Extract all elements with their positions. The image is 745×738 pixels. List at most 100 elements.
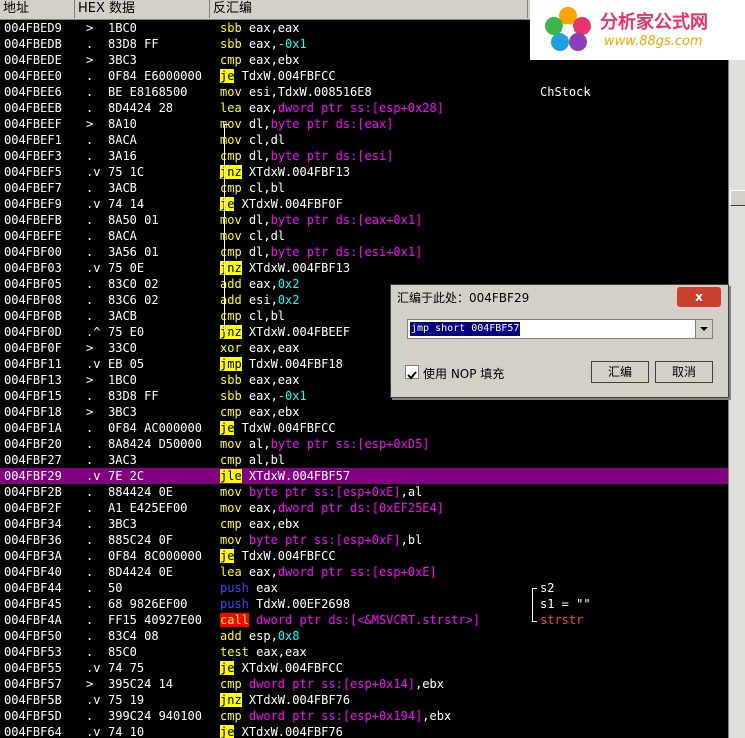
disassembly-cell: mov byte ptr ss:[esp+0xF],bl [220, 532, 422, 548]
address-cell: 004FBF11 [4, 357, 62, 371]
instruction-row[interactable]: 004FBF64 .v 74 10 je XTdxW.004FBF76 [0, 724, 728, 738]
operand: eax,eax [248, 21, 300, 35]
instruction-row[interactable]: 004FBF55 .v 74 75 je XTdxW.004FBFCC [0, 660, 728, 676]
scrollbar-thumb[interactable] [730, 190, 745, 206]
assemble-input[interactable]: jmp short 004FBF57 [407, 319, 713, 339]
instruction-row[interactable]: 004FBF45. 68 9826EF00 push TdxW.00EF2698 s1… [0, 596, 728, 612]
jump-mnemonic: je [220, 421, 235, 435]
address-cell: 004FBF64 [4, 725, 62, 738]
address-cell: 004FBF57 [4, 677, 62, 691]
call-args-bracket [532, 588, 537, 622]
mnemonic: cmp [220, 517, 249, 531]
address-cell: 004FBEFB [4, 213, 62, 227]
instruction-row[interactable]: 004FBF50. 83C4 08 add esp,0x8 [0, 628, 728, 644]
instruction-row[interactable]: 004FBEE0. 0F84 E6000000 je TdxW.004FBFCC [0, 68, 728, 84]
address-cell: 004FBEF7 [4, 181, 62, 195]
vertical-scrollbar[interactable] [728, 20, 745, 738]
operand: eax, [248, 389, 278, 403]
column-header-hex[interactable]: HEX 数据 [75, 0, 210, 18]
instruction-row[interactable]: 004FBF44. 50 push eax s2 [0, 580, 728, 596]
disassembly-cell: call dword ptr ds:[<&MSVCRT.strstr>] [220, 612, 480, 628]
instruction-row[interactable]: 004FBF27. 3AC3 cmp al,bl [0, 452, 728, 468]
instruction-row[interactable]: 004FBEEB. 8D4424 28 lea eax,dword ptr ss:[… [0, 100, 728, 116]
instruction-row[interactable]: 004FBEF1. 8ACA mov cl,dl [0, 132, 728, 148]
instruction-row[interactable]: 004FBF00. 3A56 01 cmp dl,byte ptr ds:[esi+… [0, 244, 728, 260]
hex-cell: 8D4424 28 [108, 101, 174, 115]
address-cell: 004FBF13 [4, 373, 62, 387]
memory-operand: byte ptr ds:[eax+0x1] [270, 213, 423, 227]
jump-mnemonic: jmp [220, 357, 242, 371]
nop-fill-checkbox[interactable] [405, 365, 419, 380]
instruction-row[interactable]: 004FBEFB. 8A50 01 mov dl,byte ptr ds:[eax+… [0, 212, 728, 228]
address-cell: 004FBEE0 [4, 69, 62, 83]
instruction-row[interactable]: 004FBEFE. 8ACA mov cl,dl [0, 228, 728, 244]
address-cell: 004FBF45 [4, 597, 62, 611]
dialog-close-button[interactable]: x [677, 287, 721, 307]
jump-marker: . [86, 213, 94, 227]
instruction-row[interactable]: 004FBEF3. 3A16 cmp dl,byte ptr ds:[esi] [0, 148, 728, 164]
operand: TdxW.004FBFCC [234, 549, 336, 563]
instruction-row[interactable]: 004FBF2B. 884424 0E mov byte ptr ss:[esp+0… [0, 484, 728, 500]
instruction-row[interactable]: 004FBF3A. 0F84 8C000000 je TdxW.004FBFCC [0, 548, 728, 564]
instruction-row[interactable]: 004FBF03 .v 75 0E jnz XTdxW.004FBF13 [0, 260, 728, 276]
column-header-disasm[interactable]: 反汇编 [210, 0, 528, 18]
site-logo: 分析家公式网 www.88gs.com [530, 0, 745, 60]
hex-cell: 75 0E [108, 261, 145, 275]
disassembly-cell: mov byte ptr ss:[esp+0xE],al [220, 484, 422, 500]
assemble-button[interactable]: 汇编 [591, 361, 649, 383]
address-cell: 004FBED9 [4, 21, 62, 35]
disassembly-cell: sbb eax,eax [220, 372, 299, 388]
hex-cell: 74 14 [108, 197, 145, 211]
instruction-row[interactable]: 004FBEEF >8A10 mov dl,byte ptr ds:[eax] [0, 116, 728, 132]
disassembly-cell: xor eax,eax [220, 340, 299, 356]
instruction-row[interactable]: 004FBF57 >395C24 14 cmp dword ptr ss:[esp+… [0, 676, 728, 692]
hex-cell: 885C24 0F [108, 533, 174, 547]
logo-title: 分析家公式网 [600, 12, 708, 33]
instruction-row[interactable]: 004FBEF5 .v 75 1C jnz XTdxW.004FBF13 [0, 164, 728, 180]
instruction-row[interactable]: 004FBF5D. 399C24 940100 cmp dword ptr ss:[… [0, 708, 728, 724]
hex-cell: 884424 0E [108, 485, 174, 499]
instruction-row[interactable]: 004FBEF7. 3ACB cmp cl,bl [0, 180, 728, 196]
assemble-input-text: jmp short 004FBF57 [410, 322, 521, 336]
memory-operand: dword ptr ss:[esp+0x194] [248, 709, 423, 723]
instruction-row[interactable]: 004FBF2F. A1 E425EF00 mov eax,dword ptr ds… [0, 500, 728, 516]
immediate-operand: 0x2 [277, 277, 300, 291]
jump-marker: . [86, 597, 94, 611]
dropdown-button[interactable] [695, 320, 712, 338]
cancel-button[interactable]: 取消 [655, 361, 713, 383]
memory-operand: dword ptr ds:[<&MSVCRT.strstr>] [248, 613, 481, 627]
disassembly-cell: jnz XTdxW.004FBF76 [220, 692, 350, 708]
hex-cell: 3ACB [108, 309, 137, 323]
instruction-row[interactable]: 004FBEF9 .v 74 14 je XTdxW.004FBF0F [0, 196, 728, 212]
call-mnemonic: call [220, 613, 249, 627]
instruction-row[interactable]: 004FBF20. 8A8424 D50000 mov al,byte ptr ss… [0, 436, 728, 452]
jump-marker: > [86, 53, 94, 67]
operand: eax, [248, 101, 278, 115]
logo-url: www.88gs.com [604, 34, 703, 49]
instruction-row[interactable]: 004FBF53. 85C0 test eax,eax [0, 644, 728, 660]
mnemonic: test [220, 645, 257, 659]
instruction-row[interactable]: 004FBF18 >3BC3 cmp eax,ebx [0, 404, 728, 420]
instruction-row[interactable]: 004FBF34. 3BC3 cmp eax,ebx [0, 516, 728, 532]
operand: esp, [248, 629, 278, 643]
mnemonic: sbb [220, 37, 249, 51]
operand: ,ebx [422, 709, 452, 723]
mnemonic: mov [220, 533, 249, 547]
selected-instruction-row[interactable]: 004FBF29 .v 7E 2C jle XTdxW.004FBF57 [0, 468, 728, 484]
instruction-row[interactable]: 004FBF5B .v 75 19 jnz XTdxW.004FBF76 [0, 692, 728, 708]
comment-cell: ChStock [540, 85, 591, 99]
instruction-row[interactable]: 004FBEE6. BE E8168500 mov esi,TdxW.008516E… [0, 84, 728, 100]
column-header-address[interactable]: 地址 [0, 0, 75, 18]
instruction-row[interactable]: 004FBF4A. FF15 40927E00 call dword ptr ds:… [0, 612, 728, 628]
mnemonic: sbb [220, 389, 249, 403]
instruction-row[interactable]: 004FBF36. 885C24 0F mov byte ptr ss:[esp+0… [0, 532, 728, 548]
instruction-row[interactable]: 004FBF40. 8D4424 0E lea eax,dword ptr ss:[… [0, 564, 728, 580]
loop-bracket [224, 124, 229, 332]
jump-marker: . [86, 517, 94, 531]
mnemonic: xor [220, 341, 249, 355]
jump-marker: . [86, 181, 94, 195]
disassembly-cell: sbb eax,eax [220, 20, 299, 36]
jump-marker: > [86, 341, 94, 355]
instruction-row[interactable]: 004FBF1A. 0F84 AC000000 je TdxW.004FBFCC [0, 420, 728, 436]
mnemonic: mov [220, 501, 249, 515]
